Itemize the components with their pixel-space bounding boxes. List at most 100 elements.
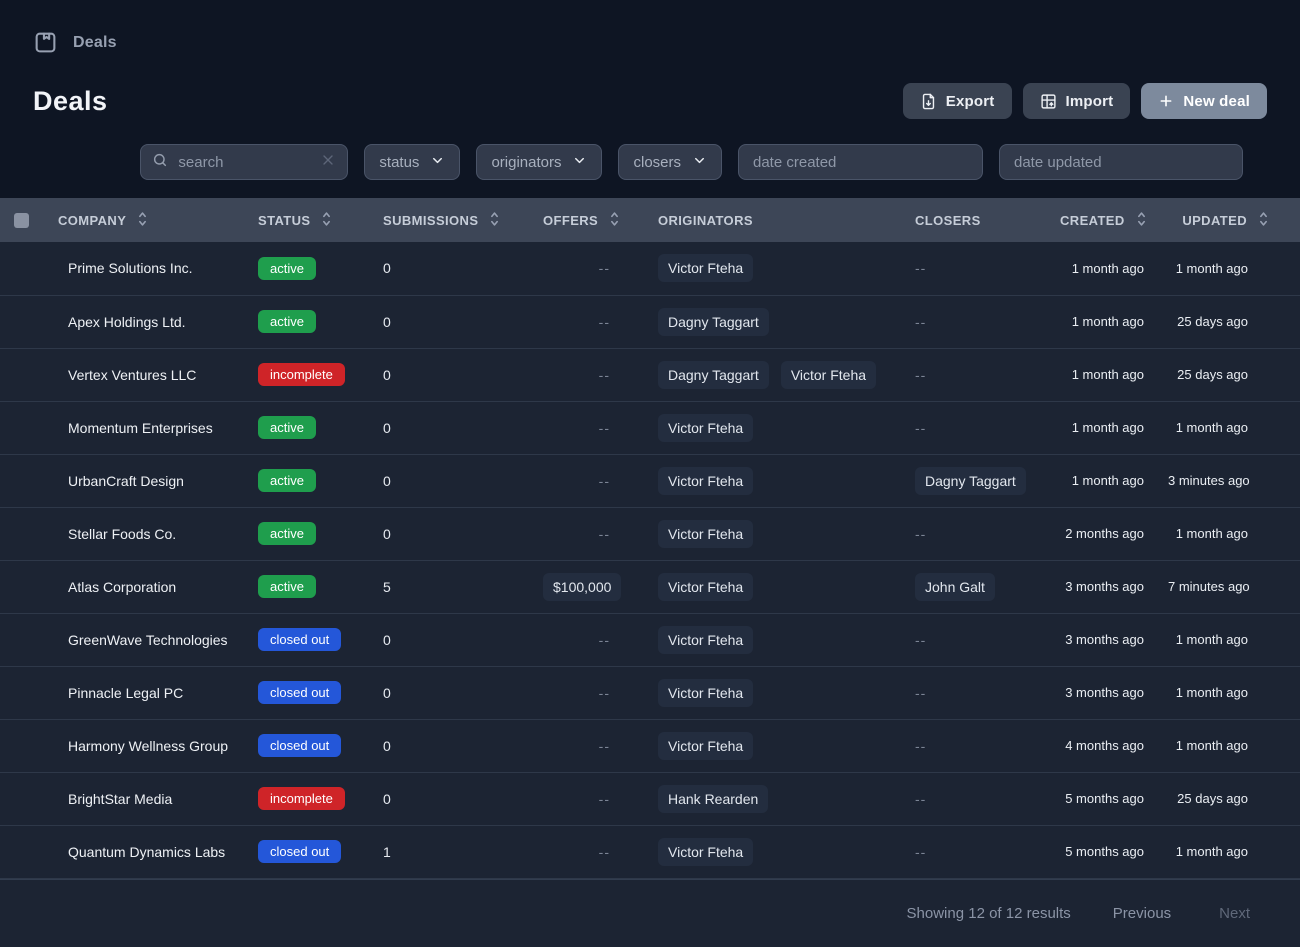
closers-cell: John Galt — [907, 560, 1052, 613]
offers-cell: -- — [535, 454, 650, 507]
row-checkbox-cell — [0, 401, 50, 454]
table-row[interactable]: UrbanCraft Design active 0 -- Victor Fte… — [0, 454, 1300, 507]
originators-cell: Dagny TaggartVictor Fteha — [650, 348, 907, 401]
column-header-offers[interactable]: OFFERS — [535, 198, 650, 242]
offers-cell: $100,000 — [535, 560, 650, 613]
status-filter[interactable]: status — [364, 144, 460, 180]
page-header: Deals Deals Export — [0, 0, 1300, 180]
column-header-submissions[interactable]: SUBMISSIONS — [375, 198, 535, 242]
deals-box-icon — [33, 30, 58, 55]
plus-icon — [1158, 93, 1174, 109]
table-row[interactable]: Atlas Corporation active 5 $100,000 Vict… — [0, 560, 1300, 613]
closers-cell: -- — [907, 666, 1052, 719]
status-cell: incomplete — [250, 772, 375, 825]
company-cell: Vertex Ventures LLC — [50, 348, 250, 401]
submissions-cell: 1 — [375, 825, 535, 878]
column-header-company[interactable]: COMPANY — [50, 198, 250, 242]
date-created-filter[interactable] — [738, 144, 983, 180]
created-cell: 2 months ago — [1052, 507, 1160, 560]
person-chip: Victor Fteha — [781, 361, 876, 389]
table-row[interactable]: Stellar Foods Co. active 0 -- Victor Fte… — [0, 507, 1300, 560]
sort-chevrons-icon[interactable] — [608, 211, 621, 230]
originators-cell: Victor Fteha — [650, 666, 907, 719]
offers-cell: -- — [535, 613, 650, 666]
select-all-checkbox[interactable] — [14, 213, 29, 228]
closers-cell: -- — [907, 348, 1052, 401]
company-cell: Quantum Dynamics Labs — [50, 825, 250, 878]
status-cell: active — [250, 454, 375, 507]
previous-page-button[interactable]: Previous — [1107, 904, 1177, 923]
closers-cell: -- — [907, 401, 1052, 454]
table-row[interactable]: Prime Solutions Inc. active 0 -- Victor … — [0, 242, 1300, 295]
originators-filter[interactable]: originators — [476, 144, 602, 180]
row-checkbox-cell — [0, 825, 50, 878]
person-chip: John Galt — [915, 573, 995, 601]
row-checkbox-cell — [0, 613, 50, 666]
status-badge: active — [258, 310, 316, 333]
breadcrumb-label: Deals — [73, 34, 117, 52]
date-updated-filter[interactable] — [999, 144, 1243, 180]
status-cell: active — [250, 242, 375, 295]
company-cell: UrbanCraft Design — [50, 454, 250, 507]
company-cell: Atlas Corporation — [50, 560, 250, 613]
status-badge: closed out — [258, 681, 341, 704]
column-header-created[interactable]: CREATED — [1052, 198, 1160, 242]
new-deal-button[interactable]: New deal — [1141, 83, 1267, 119]
column-header-status[interactable]: STATUS — [250, 198, 375, 242]
export-button[interactable]: Export — [903, 83, 1012, 119]
table-row[interactable]: Momentum Enterprises active 0 -- Victor … — [0, 401, 1300, 454]
import-button[interactable]: Import — [1023, 83, 1131, 119]
table-row[interactable]: BrightStar Media incomplete 0 -- Hank Re… — [0, 772, 1300, 825]
sort-chevrons-icon[interactable] — [1135, 211, 1148, 230]
results-summary: Showing 12 of 12 results — [907, 905, 1071, 922]
table-import-icon — [1040, 93, 1057, 110]
table-row[interactable]: GreenWave Technologies closed out 0 -- V… — [0, 613, 1300, 666]
chevron-down-icon — [572, 153, 587, 172]
clear-search-icon[interactable] — [320, 152, 336, 173]
page-title: Deals — [33, 86, 108, 117]
sort-chevrons-icon[interactable] — [136, 211, 149, 230]
filter-bar: status originators closers — [33, 144, 1267, 180]
offers-cell: -- — [535, 295, 650, 348]
originators-cell: Victor Fteha — [650, 825, 907, 878]
person-chip: Hank Rearden — [658, 785, 768, 813]
created-cell: 3 months ago — [1052, 560, 1160, 613]
originators-cell: Victor Fteha — [650, 613, 907, 666]
submissions-cell: 0 — [375, 454, 535, 507]
column-header-originators: ORIGINATORS — [650, 198, 907, 242]
originators-cell: Hank Rearden — [650, 772, 907, 825]
status-cell: closed out — [250, 825, 375, 878]
submissions-cell: 0 — [375, 507, 535, 560]
row-checkbox-cell — [0, 454, 50, 507]
created-cell: 5 months ago — [1052, 825, 1160, 878]
column-header-updated[interactable]: UPDATED — [1160, 198, 1300, 242]
originators-cell: Dagny Taggart — [650, 295, 907, 348]
submissions-cell: 0 — [375, 666, 535, 719]
sort-chevrons-icon[interactable] — [488, 211, 501, 230]
closers-filter[interactable]: closers — [618, 144, 722, 180]
offers-cell: -- — [535, 348, 650, 401]
deals-table: COMPANY STATUS SUBMISSIONS — [0, 198, 1300, 879]
table-row[interactable]: Harmony Wellness Group closed out 0 -- V… — [0, 719, 1300, 772]
offers-cell: -- — [535, 719, 650, 772]
updated-cell: 1 month ago — [1160, 242, 1300, 295]
person-chip: Victor Fteha — [658, 414, 753, 442]
row-checkbox-cell — [0, 507, 50, 560]
table-row[interactable]: Vertex Ventures LLC incomplete 0 -- Dagn… — [0, 348, 1300, 401]
submissions-cell: 0 — [375, 401, 535, 454]
next-page-button[interactable]: Next — [1213, 904, 1256, 923]
status-cell: incomplete — [250, 348, 375, 401]
created-cell: 1 month ago — [1052, 295, 1160, 348]
table-row[interactable]: Quantum Dynamics Labs closed out 1 -- Vi… — [0, 825, 1300, 878]
table-row[interactable]: Apex Holdings Ltd. active 0 -- Dagny Tag… — [0, 295, 1300, 348]
updated-cell: 1 month ago — [1160, 825, 1300, 878]
company-cell: Apex Holdings Ltd. — [50, 295, 250, 348]
updated-cell: 7 minutes ago — [1160, 560, 1300, 613]
table-row[interactable]: Pinnacle Legal PC closed out 0 -- Victor… — [0, 666, 1300, 719]
person-chip: Victor Fteha — [658, 520, 753, 548]
search-input[interactable] — [176, 153, 312, 172]
sort-chevrons-icon[interactable] — [320, 211, 333, 230]
person-chip: Victor Fteha — [658, 838, 753, 866]
sort-chevrons-icon[interactable] — [1257, 211, 1270, 230]
status-filter-label: status — [379, 154, 419, 171]
